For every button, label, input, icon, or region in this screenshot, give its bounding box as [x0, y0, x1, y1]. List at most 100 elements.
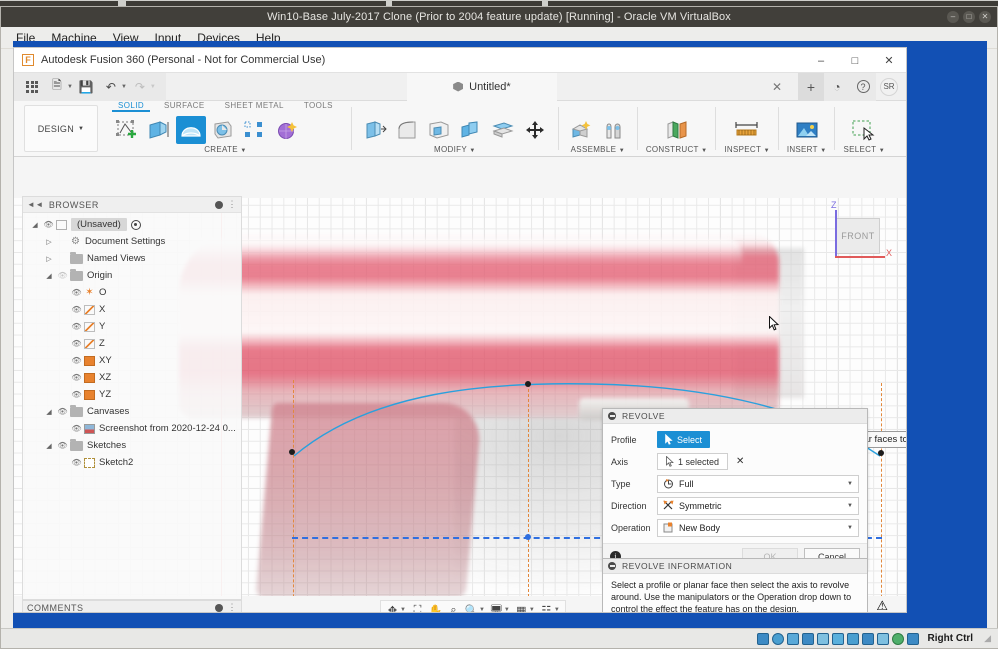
revolve-axis-clear-icon[interactable]: ✕: [736, 456, 744, 467]
sketch-point-top-left[interactable]: [289, 449, 295, 455]
fillet-icon[interactable]: [392, 116, 422, 144]
browser-tree-row[interactable]: ◢ 👁 Canvases: [23, 403, 241, 420]
fusion-minimize-button[interactable]: –: [804, 48, 838, 73]
warning-icon[interactable]: ⚠: [876, 598, 888, 612]
virtualbox-minimize-button[interactable]: –: [947, 11, 959, 23]
display-settings-icon[interactable]: 🖥: [488, 601, 505, 613]
select-chevron-down-icon[interactable]: ▼: [879, 148, 885, 154]
status-resize-grip[interactable]: ◢: [984, 633, 991, 644]
revolve-operation-chevron-down-icon[interactable]: ▼: [847, 525, 853, 531]
measure-icon[interactable]: [732, 116, 762, 144]
grid-snaps-icon[interactable]: ▦: [513, 601, 530, 613]
redo-icon[interactable]: ↷: [128, 76, 152, 98]
view-cube-front-face[interactable]: FRONT: [836, 218, 880, 254]
revolve-icon[interactable]: [176, 116, 206, 144]
create-sketch-icon[interactable]: [112, 116, 142, 144]
visibility-eye-icon[interactable]: 👁: [69, 424, 84, 433]
visibility-eye-icon[interactable]: 👁: [55, 441, 70, 450]
visibility-eye-icon[interactable]: 👁: [69, 458, 84, 467]
orbit-chevron-down-icon[interactable]: ▼: [400, 607, 406, 612]
collapse-information-icon[interactable]: [608, 562, 616, 570]
comments-panel[interactable]: COMMENTS ⋮: [22, 600, 242, 612]
insert-chevron-down-icon[interactable]: ▼: [820, 148, 826, 154]
create-form-icon[interactable]: [272, 116, 302, 144]
workspace-switcher-button[interactable]: DESIGN ▼: [24, 105, 98, 152]
browser-options-icon[interactable]: [214, 200, 223, 209]
virtualbox-close-button[interactable]: ✕: [979, 11, 991, 23]
move-copy-icon[interactable]: [520, 116, 550, 144]
browser-tree-row[interactable]: 👁 X: [23, 301, 241, 318]
status-floppy-icon[interactable]: [786, 632, 799, 645]
view-cube[interactable]: FRONT Z X: [822, 200, 892, 268]
viewports-icon[interactable]: ☷: [538, 601, 555, 613]
tree-expand-open-icon[interactable]: ◢: [43, 272, 55, 280]
visibility-eye-icon[interactable]: 👁: [55, 271, 70, 280]
browser-tree-row[interactable]: 👁 Z: [23, 335, 241, 352]
document-tab[interactable]: Untitled*: [406, 72, 557, 101]
construct-plane-icon[interactable]: [662, 116, 692, 144]
browser-tree-row[interactable]: 👁 Screenshot from 2020-12-24 0...: [23, 420, 241, 437]
save-icon[interactable]: 💾: [74, 76, 98, 98]
pan-hand-icon[interactable]: ✋: [427, 601, 444, 613]
revolve-operation-dropdown[interactable]: New Body ▼: [657, 518, 859, 537]
viewports-chevron-down-icon[interactable]: ▼: [554, 607, 560, 612]
browser-tree-row[interactable]: 👁 ✶ O: [23, 284, 241, 301]
virtualbox-maximize-button[interactable]: □: [963, 11, 975, 23]
activate-component-radio[interactable]: [130, 219, 141, 230]
tab-tools[interactable]: TOOLS: [294, 101, 343, 110]
status-usb-icon[interactable]: [816, 632, 829, 645]
revolve-direction-dropdown[interactable]: Symmetric ▼: [657, 496, 859, 515]
sketch-point-top-right[interactable]: [878, 450, 884, 456]
collapse-panel-icon[interactable]: ◄◄: [27, 200, 44, 209]
sketch-construction-line-left[interactable]: [293, 380, 294, 596]
fusion-close-button[interactable]: ✕: [872, 48, 906, 73]
file-icon[interactable]: 🗎: [45, 76, 69, 98]
browser-tree-row[interactable]: ◢ 👁 Sketches: [23, 437, 241, 454]
undo-icon[interactable]: ↶: [99, 76, 123, 98]
comments-resize-grip[interactable]: ⋮: [228, 602, 238, 612]
joint-icon[interactable]: [599, 116, 629, 144]
status-virtualization-icon[interactable]: [876, 632, 889, 645]
orbit-icon[interactable]: ✥: [384, 601, 401, 613]
visibility-eye-icon[interactable]: 👁: [55, 407, 70, 416]
tab-surface[interactable]: SURFACE: [154, 101, 215, 110]
split-body-icon[interactable]: [488, 116, 518, 144]
visibility-eye-icon[interactable]: 👁: [69, 322, 84, 331]
visibility-eye-icon[interactable]: 👁: [69, 339, 84, 348]
status-keyboard-icon[interactable]: [906, 632, 919, 645]
browser-tree-row[interactable]: 👁 XY: [23, 352, 241, 369]
sweep-icon[interactable]: [208, 116, 238, 144]
modify-chevron-down-icon[interactable]: ▼: [469, 148, 475, 154]
status-network-icon[interactable]: [801, 632, 814, 645]
collapse-dialog-icon[interactable]: [608, 412, 616, 420]
file-chevron-down-icon[interactable]: ▼: [67, 84, 73, 90]
inspect-chevron-down-icon[interactable]: ▼: [764, 148, 770, 154]
grid-chevron-down-icon[interactable]: ▼: [529, 607, 535, 612]
fit-view-icon[interactable]: ⛶: [409, 601, 426, 613]
browser-tree-row[interactable]: ▷ ⚙ Document Settings: [23, 233, 241, 250]
status-hdd-icon[interactable]: [756, 632, 769, 645]
undo-chevron-down-icon[interactable]: ▼: [121, 84, 127, 90]
browser-tree-row[interactable]: ◢ 👁 (Unsaved): [23, 216, 241, 233]
visibility-eye-icon[interactable]: 👁: [41, 220, 56, 229]
avatar[interactable]: SR: [880, 77, 898, 96]
status-mouse-icon[interactable]: [891, 632, 904, 645]
construct-chevron-down-icon[interactable]: ▼: [701, 148, 707, 154]
browser-tree-row[interactable]: ◢ 👁 Origin: [23, 267, 241, 284]
sketch-point-axis-mid[interactable]: [525, 534, 531, 540]
tree-expand-closed-icon[interactable]: ▷: [43, 238, 55, 246]
press-pull-icon[interactable]: [360, 116, 390, 144]
revolve-type-dropdown[interactable]: Full ▼: [657, 474, 859, 493]
visibility-eye-icon[interactable]: 👁: [69, 288, 84, 297]
sketch-construction-line-mid[interactable]: [528, 384, 529, 596]
zoom-icon[interactable]: 🔍: [463, 601, 480, 613]
new-component-icon[interactable]: [567, 116, 597, 144]
assemble-chevron-down-icon[interactable]: ▼: [619, 148, 625, 154]
select-window-icon[interactable]: [849, 116, 879, 144]
tree-expand-open-icon[interactable]: ◢: [43, 408, 55, 416]
document-tab-close-icon[interactable]: ✕: [772, 80, 782, 94]
redo-chevron-down-icon[interactable]: ▼: [150, 84, 156, 90]
create-chevron-down-icon[interactable]: ▼: [240, 148, 246, 154]
status-display-icon[interactable]: [846, 632, 859, 645]
status-recording-icon[interactable]: [861, 632, 874, 645]
